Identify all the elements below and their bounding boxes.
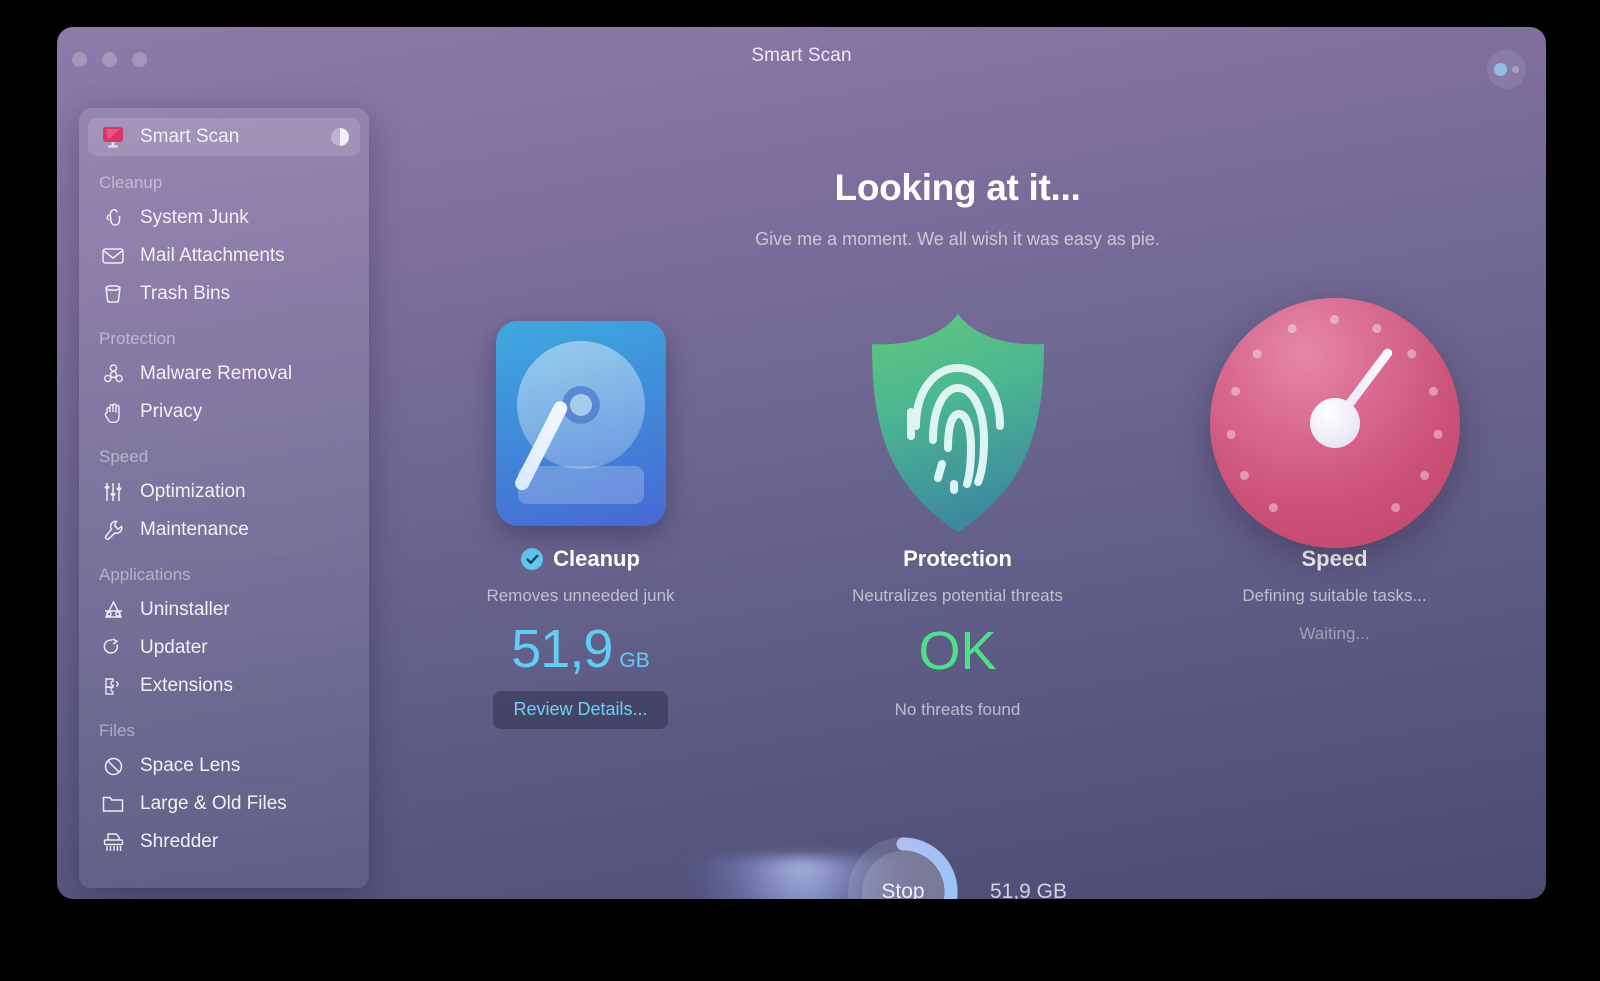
biohazard-icon	[99, 362, 127, 386]
card-cleanup: Cleanup Removes unneeded junk 51,9 GB Rev…	[456, 308, 706, 729]
speed-status: Waiting...	[1299, 624, 1370, 643]
card-title-text: Cleanup	[553, 546, 640, 571]
sidebar-item-label: Large & Old Files	[140, 793, 287, 814]
sidebar-item-space-lens[interactable]: Space Lens	[88, 747, 360, 785]
sidebar-item-system-junk[interactable]: System Junk	[88, 199, 360, 237]
window-title: Smart Scan	[751, 45, 852, 66]
speedometer-icon	[1209, 298, 1460, 548]
card-title-row: Protection	[833, 546, 1083, 572]
sidebar-item-label: Maintenance	[140, 519, 249, 540]
half-circle-contrast-toggle[interactable]	[331, 128, 349, 146]
speedometer-cap	[1309, 398, 1360, 448]
sidebar-item-label: Shredder	[140, 831, 219, 852]
review-details-button[interactable]: Review Details...	[493, 691, 668, 729]
scan-headline: Looking at it...	[834, 167, 1081, 208]
scan-module-cards: Cleanup Removes unneeded junk 51,9 GB Rev…	[369, 298, 1546, 729]
sidebar-item-label: Optimization	[140, 481, 246, 502]
hard-drive-icon	[495, 320, 666, 526]
main-content: Looking at it... Give me a moment. We al…	[369, 89, 1546, 899]
sidebar-item-mail-attachments[interactable]: Mail Attachments	[88, 237, 360, 275]
trash-bin-icon	[99, 282, 127, 306]
card-speed: Speed Defining suitable tasks... Waiting…	[1209, 298, 1460, 729]
disk-hub	[561, 385, 600, 424]
card-description: Defining suitable tasks...	[1242, 586, 1427, 605]
sidebar-group-label-speed: Speed	[99, 447, 149, 466]
sidebar-item-shredder[interactable]: Shredder	[88, 823, 360, 861]
protection-value: OK	[918, 621, 997, 681]
card-protection: Protection Neutralizes potential threats…	[833, 308, 1083, 729]
stop-scan-button[interactable]: Stop	[847, 837, 958, 899]
protection-note: No threats found	[894, 700, 1021, 719]
screenshot-root: Smart Scan Smart Scan Cleanup System Jun…	[0, 0, 1600, 981]
scan-subline: Give me a moment. We all wish it was eas…	[755, 229, 1160, 249]
sliders-icon	[99, 480, 127, 504]
sidebar-item-label: Privacy	[140, 401, 203, 422]
card-description: Removes unneeded junk	[486, 586, 675, 605]
folder-icon	[99, 792, 127, 816]
broom-icon	[99, 206, 127, 230]
scan-size-label: 51,9 GB	[989, 880, 1068, 899]
hand-icon	[99, 400, 127, 424]
wrench-icon	[99, 518, 127, 542]
status-dot-primary-icon	[1494, 63, 1507, 76]
sidebar-item-label: Updater	[140, 637, 208, 658]
sidebar-item-label: Smart Scan	[140, 126, 240, 147]
card-title-row: Speed	[1210, 546, 1460, 572]
sidebar-item-uninstaller[interactable]: Uninstaller	[88, 591, 360, 629]
planet-lens-icon	[99, 754, 127, 778]
sidebar-item-label: Uninstaller	[140, 599, 230, 620]
cleanup-value: 51,9 GB	[456, 622, 706, 676]
sidebar-item-malware-removal[interactable]: Malware Removal	[88, 355, 360, 393]
sidebar-item-label: Malware Removal	[140, 363, 293, 384]
card-title-text: Protection	[903, 546, 1012, 571]
sidebar-item-label: Trash Bins	[140, 283, 231, 304]
card-description: Neutralizes potential threats	[852, 586, 1063, 605]
status-dot-secondary-icon	[1512, 66, 1519, 73]
sidebar-item-label: Mail Attachments	[140, 245, 285, 266]
cleanup-value-unit: GB	[619, 649, 650, 672]
sidebar: Smart Scan Cleanup System Junk Mail Atta…	[79, 108, 369, 888]
sidebar-item-privacy[interactable]: Privacy	[88, 393, 360, 431]
card-art	[1209, 298, 1460, 548]
scan-footer: Stop 51,9 GB	[369, 837, 1546, 899]
account-status-button[interactable]	[1487, 50, 1526, 89]
card-art	[456, 308, 706, 538]
cleanup-value-number: 51,9	[511, 619, 613, 679]
shield-fingerprint-icon	[858, 308, 1058, 538]
card-art	[833, 308, 1083, 538]
sidebar-item-large-old-files[interactable]: Large & Old Files	[88, 785, 360, 823]
puzzle-piece-icon	[99, 674, 127, 698]
card-title-row: Cleanup	[456, 546, 706, 572]
sidebar-item-smart-scan[interactable]: Smart Scan	[88, 118, 360, 156]
disk-bar	[517, 465, 644, 504]
update-arrow-icon	[99, 636, 127, 660]
sidebar-group-label-files: Files	[99, 721, 135, 740]
sidebar-item-maintenance[interactable]: Maintenance	[88, 511, 360, 549]
title-bar: Smart Scan	[57, 27, 1546, 89]
sidebar-item-label: Space Lens	[140, 755, 241, 776]
sidebar-item-label: System Junk	[140, 207, 249, 228]
shredder-icon	[99, 830, 127, 854]
sidebar-group-label-applications: Applications	[99, 565, 191, 584]
app-window: Smart Scan Smart Scan Cleanup System Jun…	[57, 27, 1546, 899]
sidebar-item-label: Extensions	[140, 675, 233, 696]
sidebar-item-optimization[interactable]: Optimization	[88, 473, 360, 511]
sidebar-group-label-protection: Protection	[99, 329, 176, 348]
sidebar-group-label-cleanup: Cleanup	[99, 173, 163, 192]
smart-scan-monitor-icon	[99, 125, 127, 149]
sidebar-item-trash-bins[interactable]: Trash Bins	[88, 275, 360, 313]
sidebar-item-updater[interactable]: Updater	[88, 629, 360, 667]
sidebar-item-extensions[interactable]: Extensions	[88, 667, 360, 705]
check-circle-icon	[521, 548, 544, 570]
card-title-text: Speed	[1301, 546, 1368, 571]
envelope-icon	[99, 244, 127, 268]
app-uninstall-icon	[99, 598, 127, 622]
